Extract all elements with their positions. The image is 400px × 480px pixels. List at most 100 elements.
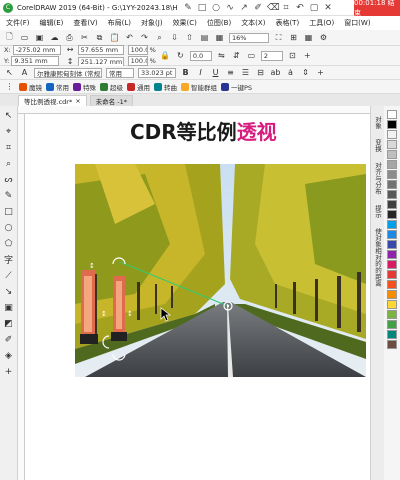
new-document-icon[interactable]: 🗋 xyxy=(4,32,15,43)
color-swatch[interactable] xyxy=(387,190,397,199)
menu-tools[interactable]: 工具(O) xyxy=(309,18,334,28)
dropcap-icon[interactable]: ⊟ xyxy=(255,67,266,78)
square-icon[interactable]: ▢ xyxy=(309,3,319,13)
polygon-tool-icon[interactable]: ⬠ xyxy=(3,238,14,249)
plugin-super[interactable]: 超级 xyxy=(100,82,123,92)
outline-icon[interactable]: ▭ xyxy=(246,50,257,61)
launch-icon[interactable]: ▦ xyxy=(214,32,225,43)
menu-object[interactable]: 对象(J) xyxy=(141,18,163,28)
color-swatch[interactable] xyxy=(387,210,397,219)
menu-view[interactable]: 查看(V) xyxy=(73,18,97,28)
color-swatch[interactable] xyxy=(387,310,397,319)
y-position-field[interactable]: 9.351 mm xyxy=(11,56,60,66)
font-size-field[interactable]: 33.023 pt xyxy=(138,67,176,78)
undo-icon[interactable]: ↶ xyxy=(295,3,305,13)
copy-icon[interactable]: ⧉ xyxy=(94,32,105,43)
vertical-text-icon[interactable]: ⇕ xyxy=(300,67,311,78)
bullet-icon[interactable]: ☰ xyxy=(240,67,251,78)
import-icon[interactable]: ⇩ xyxy=(169,32,180,43)
x-position-field[interactable]: -275.02 mm xyxy=(12,45,61,55)
ellipse-tool-icon[interactable]: ○ xyxy=(3,222,14,233)
rotate-icon[interactable]: ↻ xyxy=(175,50,186,61)
plugin-special[interactable]: 特殊 xyxy=(73,82,96,92)
plugin-convert[interactable]: 转曲 xyxy=(154,82,177,92)
docker-tab-transform[interactable]: 变换 xyxy=(373,139,383,152)
skew-handle-icon[interactable]: ↕ xyxy=(101,310,107,318)
curve-icon[interactable]: ∿ xyxy=(225,3,235,13)
search-icon[interactable]: ⌕ xyxy=(154,32,165,43)
full-screen-icon[interactable]: ⛶ xyxy=(273,32,284,43)
docker-tab-objects[interactable]: 对象 xyxy=(373,116,383,129)
settings-icon[interactable]: ⚙ xyxy=(318,32,329,43)
cut-icon[interactable]: ✂ xyxy=(79,32,90,43)
arrow-icon[interactable]: ↗ xyxy=(239,3,249,13)
drawing-canvas[interactable]: CDR等比例透视 ↕ ↕ ↕ xyxy=(25,114,370,480)
save-icon[interactable]: ▣ xyxy=(34,32,45,43)
parallel-dimension-tool-icon[interactable]: ⟋ xyxy=(3,270,14,281)
color-swatch[interactable] xyxy=(387,130,397,139)
menu-table[interactable]: 表格(T) xyxy=(275,18,299,28)
tab-document-1[interactable]: 等比例透视.cdr* × xyxy=(18,95,87,106)
marker-icon[interactable]: ✐ xyxy=(253,3,263,13)
color-swatch[interactable] xyxy=(387,150,397,159)
close-icon[interactable]: ✕ xyxy=(323,3,333,13)
tab-document-2[interactable]: 未命名 -1* xyxy=(89,95,133,106)
bold-button[interactable]: B xyxy=(180,67,191,78)
zoom-field[interactable]: 16% xyxy=(229,32,269,43)
drop-shadow-tool-icon[interactable]: ▣ xyxy=(3,302,14,313)
transparency-tool-icon[interactable]: ◩ xyxy=(3,318,14,329)
color-swatch[interactable] xyxy=(387,330,397,339)
mirror-h-icon[interactable]: ⇋ xyxy=(216,50,227,61)
color-swatch[interactable] xyxy=(387,230,397,239)
color-swatch[interactable] xyxy=(387,180,397,189)
scale-x-field[interactable]: 100.0 xyxy=(127,45,148,55)
eraser-icon[interactable]: ⌫ xyxy=(267,3,280,13)
add-icon[interactable]: + xyxy=(315,67,326,78)
plugin-mirror[interactable]: 魔镜 xyxy=(19,82,42,92)
paste-icon[interactable]: 📋 xyxy=(109,32,120,43)
align-icon[interactable]: ≡ xyxy=(225,67,236,78)
scale-y-field[interactable]: 100.0 xyxy=(127,56,148,66)
redo-icon[interactable]: ↷ xyxy=(139,32,150,43)
menu-effects[interactable]: 效果(C) xyxy=(173,18,197,28)
road-photo[interactable]: ↕ ↕ ↕ xyxy=(75,164,366,377)
eyedropper-tool-icon[interactable]: ✐ xyxy=(3,334,14,345)
scale-handle-icon[interactable]: ↕ xyxy=(89,262,95,270)
wrap-icon[interactable]: ⊡ xyxy=(287,50,298,61)
pick-tool-icon[interactable]: ↖ xyxy=(3,110,14,121)
text-tool-icon[interactable]: 字 xyxy=(3,254,14,266)
plugin-common[interactable]: 常用 xyxy=(46,82,69,92)
vertical-ruler[interactable] xyxy=(18,114,25,480)
snap-icon[interactable]: ⊞ xyxy=(288,32,299,43)
record-time-badge[interactable]: 00:01:18 结束 xyxy=(354,0,400,17)
open-folder-icon[interactable]: ▭ xyxy=(19,32,30,43)
color-swatch[interactable] xyxy=(387,120,397,129)
font-family-field[interactable]: 尔雅康熙甸刻体 (常规) xyxy=(34,67,102,78)
lock-ratio-icon[interactable]: 🔒 xyxy=(160,50,171,61)
zoom-tool-icon[interactable]: ⌕ xyxy=(3,158,14,169)
color-swatch[interactable] xyxy=(387,250,397,259)
pdf-icon[interactable]: ▤ xyxy=(199,32,210,43)
crop-icon[interactable]: ⌗ xyxy=(281,3,291,13)
text-properties-icon[interactable]: ab xyxy=(270,67,281,78)
color-swatch[interactable] xyxy=(387,290,397,299)
add-icon[interactable]: + xyxy=(302,50,313,61)
plugin-one-click-ps[interactable]: 一键PS xyxy=(221,82,252,92)
text-tool-icon[interactable]: A xyxy=(19,67,30,78)
plugin-smart-group[interactable]: 智能群组 xyxy=(181,82,217,92)
menu-file[interactable]: 文件(F) xyxy=(6,18,30,28)
color-swatch[interactable] xyxy=(387,170,397,179)
menu-bitmaps[interactable]: 位图(B) xyxy=(207,18,231,28)
docker-tab-align[interactable]: 对齐与分布 xyxy=(373,162,383,195)
color-swatch[interactable] xyxy=(387,300,397,309)
edit-text-icon[interactable]: ȧ xyxy=(285,67,296,78)
export-icon[interactable]: ⇧ xyxy=(184,32,195,43)
crop-tool-icon[interactable]: ⌗ xyxy=(3,142,14,153)
color-swatch[interactable] xyxy=(387,320,397,329)
page-heading[interactable]: CDR等比例透视 xyxy=(130,116,277,145)
rectangle-tool-icon[interactable]: □ xyxy=(3,206,14,217)
pointer-icon[interactable]: ↖ xyxy=(4,67,15,78)
color-swatch[interactable] xyxy=(387,200,397,209)
rectangle-icon[interactable]: □ xyxy=(197,3,207,13)
horizontal-ruler[interactable] xyxy=(18,106,370,114)
